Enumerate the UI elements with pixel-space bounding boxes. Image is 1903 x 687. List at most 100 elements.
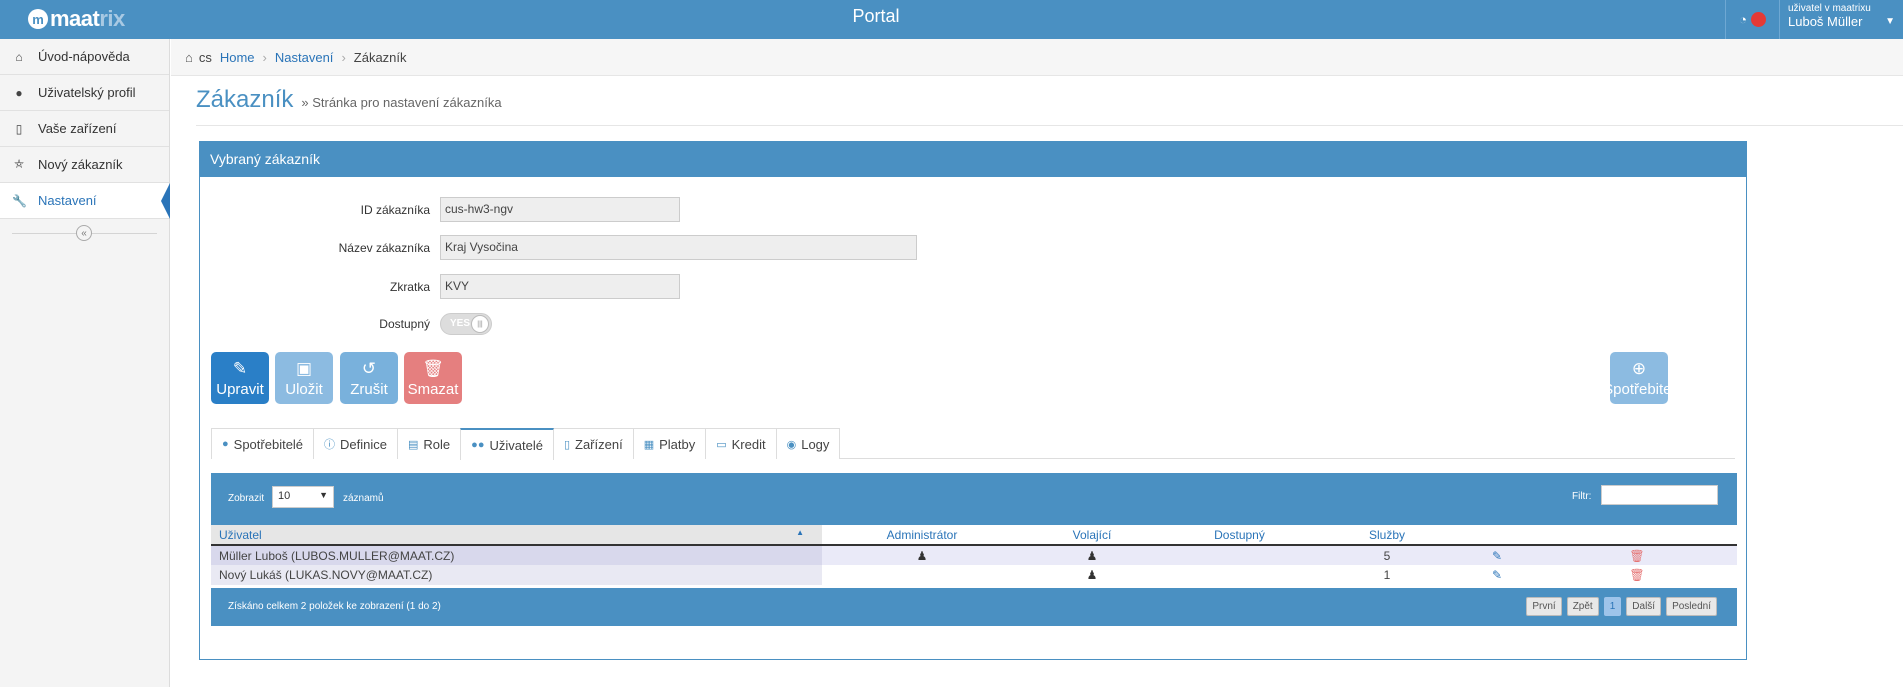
dashboard-icon[interactable]: ◔: [1739, 12, 1747, 27]
pencil-icon[interactable]: ✎: [1492, 549, 1502, 563]
edit-icon: ✎: [232, 359, 248, 378]
table-summary: Získáno celkem 2 položek ke zobrazení (1…: [228, 601, 441, 612]
column-admin[interactable]: Administrátor: [822, 525, 1022, 546]
add-consumer-button[interactable]: ⊕ Spotřebitel: [1610, 352, 1668, 404]
table-row[interactable]: Nový Lukáš (LUKAS.NOVY@MAAT.CZ) ♟ 1 ✎ 🗑: [211, 565, 1737, 585]
breadcrumb-home-link[interactable]: Home: [220, 50, 255, 65]
home-icon[interactable]: ⌂: [185, 50, 193, 65]
tab-label: Definice: [340, 436, 388, 452]
sidebar-item-label: Úvod-nápověda: [38, 49, 130, 64]
delete-cell: 🗑: [1537, 565, 1737, 585]
save-button[interactable]: ▣ Uložit: [275, 352, 333, 404]
page-size-select[interactable]: 10 ▼: [272, 486, 334, 508]
column-available[interactable]: Dostupný: [1162, 525, 1317, 546]
edit-cell: ✎: [1457, 565, 1537, 585]
tab-logs[interactable]: ◉ Logy: [775, 428, 841, 459]
breadcrumb-current: Zákazník: [353, 49, 407, 65]
user-icon: ●: [15, 85, 23, 100]
tab-credit[interactable]: ▭ Kredit: [705, 428, 777, 459]
pager-current-page[interactable]: 1: [1603, 597, 1622, 616]
customer-name-row: Název zákazníka Kraj Vysočina: [200, 235, 917, 260]
card-icon: ▦: [643, 438, 655, 451]
services-cell: 1: [1317, 565, 1457, 585]
sort-asc-icon: ▲: [796, 528, 804, 537]
status-indicator-icon: [1750, 12, 1766, 27]
chevron-right-icon: ›: [341, 49, 346, 65]
tab-label: Spotřebitelé: [233, 436, 304, 452]
cart-icon: ⛤: [14, 157, 24, 171]
pager-first-button[interactable]: První: [1526, 597, 1562, 616]
tab-label: Zařízení: [575, 436, 623, 452]
users-table: Uživatel ▲ Administrátor Volající Dostupn…: [211, 525, 1737, 585]
caret-down-icon[interactable]: ▼: [1885, 16, 1895, 27]
pencil-icon[interactable]: ✎: [1492, 568, 1502, 582]
pager-last-button[interactable]: Poslední: [1666, 597, 1717, 616]
sidebar-item-label: Nový zákazník: [38, 157, 123, 172]
table-footer: Získáno celkem 2 položek ke zobrazení (1…: [211, 588, 1737, 626]
language-code[interactable]: cs: [199, 50, 212, 65]
person-icon: ♟: [1086, 568, 1098, 582]
page-subtitle: » Stránka pro nastavení zákazníka: [301, 95, 502, 110]
user-cell: Nový Lukáš (LUKAS.NOVY@MAAT.CZ): [211, 565, 822, 585]
cancel-button[interactable]: ↺ Zrušit: [340, 352, 398, 404]
column-edit: [1457, 525, 1537, 546]
filter-input[interactable]: [1601, 485, 1718, 505]
sidebar-item-profile[interactable]: ● Uživatelský profil: [0, 75, 169, 111]
save-button-label: Uložit: [285, 381, 323, 398]
tab-consumers[interactable]: ● Spotřebitelé: [211, 428, 315, 459]
sidebar-item-new-customer[interactable]: ⛤ Nový zákazník: [0, 147, 169, 183]
sidebar-item-label: Uživatelský profil: [38, 85, 136, 100]
column-services[interactable]: Služby: [1317, 525, 1457, 546]
users-icon: ●●: [471, 439, 485, 451]
tab-label: Platby: [659, 436, 696, 452]
show-label: Zobrazit: [228, 493, 265, 504]
customer-name-label: Název zákazníka: [338, 240, 430, 255]
cancel-button-label: Zrušit: [350, 381, 388, 398]
available-toggle[interactable]: YES |||: [440, 313, 492, 335]
trash-icon[interactable]: 🗑: [1629, 568, 1644, 582]
collapse-sidebar-icon[interactable]: «: [76, 225, 92, 241]
trash-icon: 🗑: [422, 359, 444, 378]
edit-cell: ✎: [1457, 545, 1537, 565]
user-name: Luboš Müller: [1788, 14, 1863, 29]
available-label: Dostupný: [379, 317, 430, 331]
plus-circle-icon: ⊕: [1631, 359, 1647, 378]
sidebar-item-help[interactable]: ⌂ Úvod-nápověda: [0, 39, 169, 75]
tab-roles[interactable]: ▤ Role: [397, 428, 462, 459]
person-icon: ♟: [916, 548, 928, 563]
book-icon: ▭: [716, 438, 727, 451]
tab-definitions[interactable]: ⓘ Definice: [313, 428, 399, 459]
mobile-icon: ▯: [15, 121, 23, 136]
customer-name-field[interactable]: Kraj Vysočina: [440, 235, 917, 260]
user-menu[interactable]: uživatel v maatrixu Luboš Müller ▼: [1779, 0, 1903, 39]
sidebar-item-label: Vaše zařízení: [38, 121, 117, 136]
caller-cell: ♟: [1022, 565, 1162, 585]
sidebar: ⌂ Úvod-nápověda ● Uživatelský profil ▯ V…: [0, 39, 170, 687]
pager-next-button[interactable]: Další: [1626, 597, 1662, 616]
toggle-knob-icon: |||: [471, 315, 489, 333]
sidebar-item-devices[interactable]: ▯ Vaše zařízení: [0, 111, 169, 147]
delete-button[interactable]: 🗑 Smazat: [404, 352, 462, 404]
tab-label: Role: [423, 436, 451, 452]
page-header: Zákazník » Stránka pro nastavení zákazní…: [196, 86, 1903, 126]
page-size-value: 10: [278, 490, 291, 502]
table-row[interactable]: Müller Luboš (LUBOS.MULLER@MAAT.CZ) ♟ ♟ …: [211, 545, 1737, 565]
status-area[interactable]: ◔: [1725, 0, 1779, 39]
column-caller[interactable]: Volající: [1022, 525, 1162, 546]
tab-devices[interactable]: ▯ Zařízení: [552, 428, 634, 459]
floppy-icon: ▣: [295, 359, 313, 378]
sidebar-item-settings[interactable]: 🔧 Nastavení: [0, 183, 170, 219]
briefcase-icon: ▤: [408, 438, 419, 451]
trash-icon[interactable]: 🗑: [1629, 549, 1644, 563]
pager-prev-button[interactable]: Zpět: [1566, 597, 1599, 616]
customer-id-field[interactable]: cus-hw3-ngv: [440, 197, 680, 222]
edit-button[interactable]: ✎ Upravit: [211, 352, 269, 404]
tab-users[interactable]: ●● Uživatelé: [460, 428, 554, 460]
tab-payments[interactable]: ▦ Platby: [632, 428, 707, 459]
breadcrumb-settings-link[interactable]: Nastavení: [275, 50, 334, 65]
available-row: Dostupný YES |||: [200, 313, 492, 335]
table-toolbar: Zobrazit 10 ▼ záznamů Filtr:: [211, 473, 1737, 525]
table-header-row: Uživatel ▲ Administrátor Volající Dostupn…: [211, 525, 1737, 546]
column-user[interactable]: Uživatel ▲: [211, 525, 822, 546]
customer-abbr-field[interactable]: KVY: [440, 274, 680, 299]
